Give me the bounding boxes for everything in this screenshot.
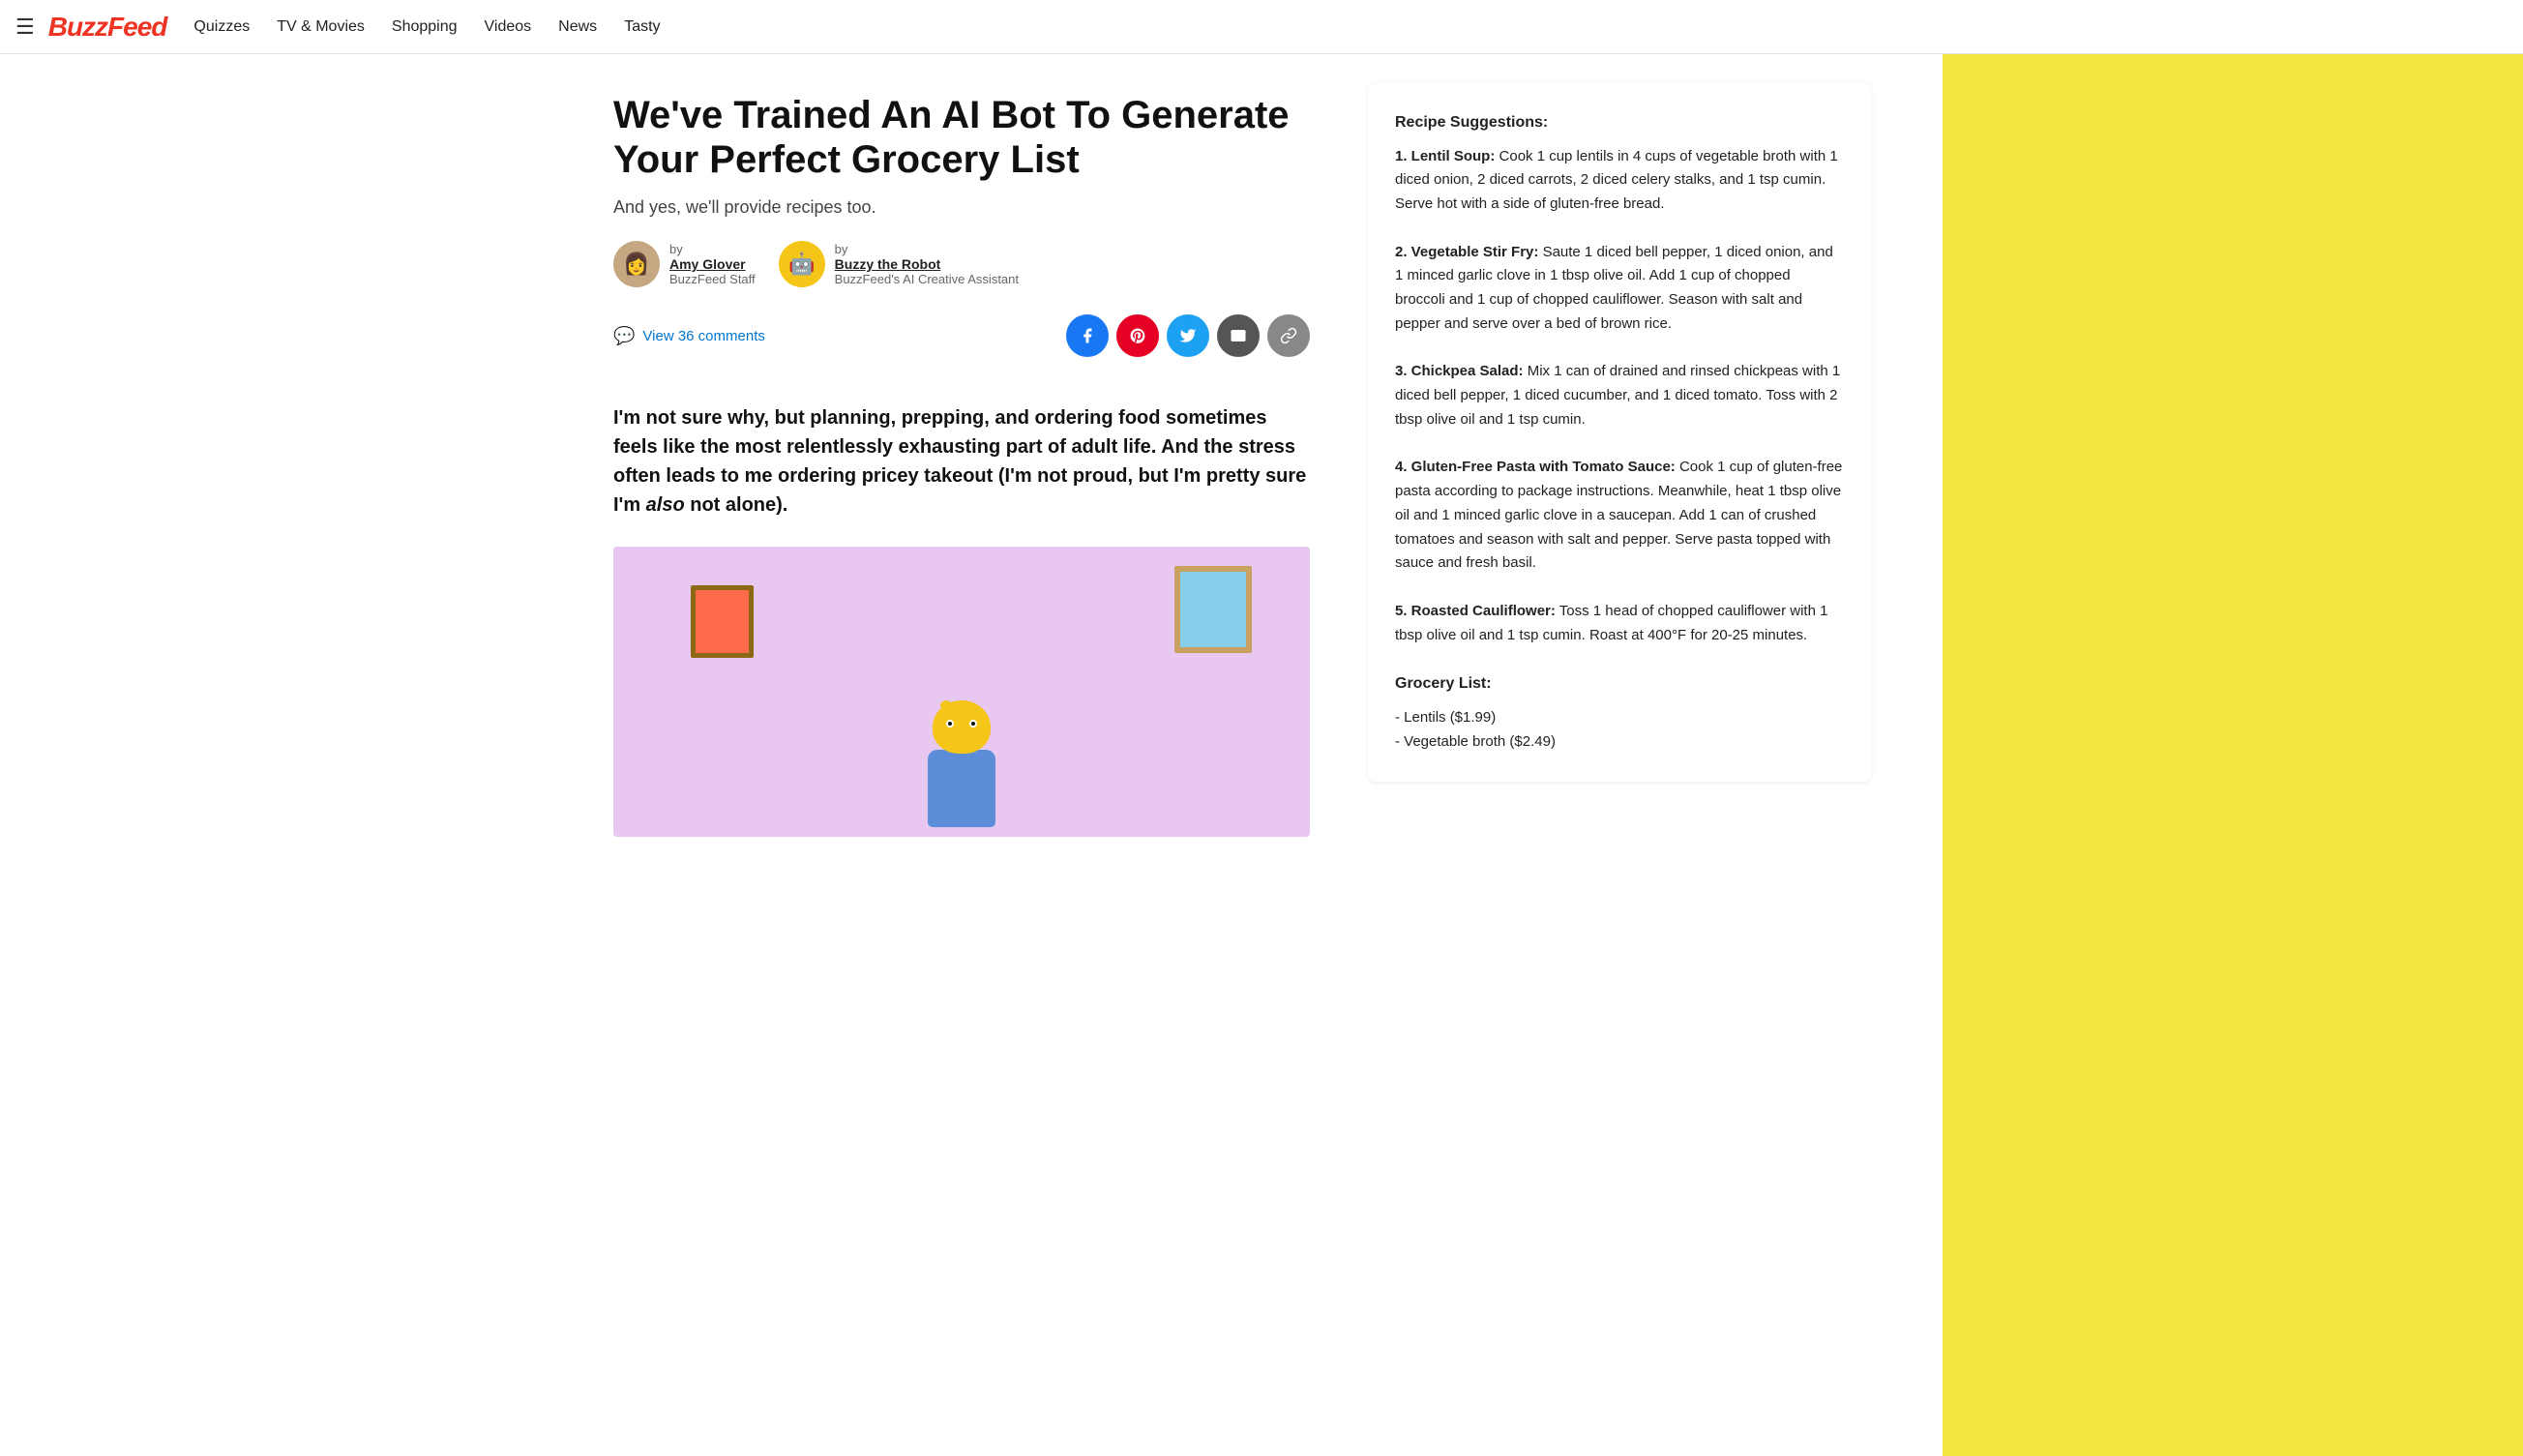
author-2-role: BuzzFeed's AI Creative Assistant xyxy=(835,272,1019,286)
hamburger-menu-icon[interactable]: ☰ xyxy=(15,15,35,40)
nav-item-shopping[interactable]: Shopping xyxy=(392,18,458,35)
homer-eye-right xyxy=(969,720,977,728)
comment-icon: 💬 xyxy=(613,326,635,346)
homer-head xyxy=(933,700,991,754)
main-content: We've Trained An AI Bot To Generate Your… xyxy=(584,54,1339,895)
author-1-info: by Amy Glover BuzzFeed Staff xyxy=(669,242,756,286)
simpsons-scene xyxy=(613,547,1310,837)
nav-item-news[interactable]: News xyxy=(558,18,597,35)
recipe-3-title: 3. Chickpea Salad: xyxy=(1395,363,1524,379)
page-container: We've Trained An AI Bot To Generate Your… xyxy=(584,54,1939,895)
grocery-list-title: Grocery List: xyxy=(1395,671,1844,697)
nav-item-tasty[interactable]: Tasty xyxy=(624,18,660,35)
author-1: 👩 by Amy Glover BuzzFeed Staff xyxy=(613,241,756,287)
recipe-5-title: 5. Roasted Cauliflower: xyxy=(1395,603,1556,619)
facebook-share-button[interactable] xyxy=(1066,314,1109,357)
author-2-avatar: 🤖 xyxy=(779,241,825,287)
picture-frame xyxy=(691,585,754,658)
homer-eye-left xyxy=(946,720,954,728)
authors-section: 👩 by Amy Glover BuzzFeed Staff 🤖 by Buzz… xyxy=(613,241,1310,287)
article-lead-text-end: not alone). xyxy=(685,494,788,516)
author-1-by: by xyxy=(669,242,756,256)
recipe-2-title: 2. Vegetable Stir Fry: xyxy=(1395,244,1538,260)
article-image xyxy=(613,547,1310,837)
author-2-by: by xyxy=(835,242,1019,256)
grocery-item-1: - Lentils ($1.99) xyxy=(1395,706,1844,730)
article-lead-paragraph: I'm not sure why, but planning, prepping… xyxy=(613,403,1310,520)
recipe-4-title: 4. Gluten-Free Pasta with Tomato Sauce: xyxy=(1395,459,1676,475)
pinterest-share-button[interactable] xyxy=(1116,314,1159,357)
recipe-4-text: Cook 1 cup of gluten-free pasta accordin… xyxy=(1395,459,1842,571)
author-1-avatar: 👩 xyxy=(613,241,660,287)
recipe-text-block: 1. Lentil Soup: Cook 1 cup lentils in 4 … xyxy=(1395,145,1844,755)
copy-link-button[interactable] xyxy=(1267,314,1310,357)
article-body: I'm not sure why, but planning, prepping… xyxy=(613,403,1310,520)
sidebar: Recipe Suggestions: 1. Lentil Soup: Cook… xyxy=(1339,54,1939,895)
buzzfeed-logo[interactable]: BuzzFeed xyxy=(48,12,167,43)
recipe-card: Recipe Suggestions: 1. Lentil Soup: Cook… xyxy=(1368,83,1871,782)
grocery-item-2: - Vegetable broth ($2.49) xyxy=(1395,730,1844,755)
author-2-info: by Buzzy the Robot BuzzFeed's AI Creativ… xyxy=(835,242,1019,286)
nav-item-quizzes[interactable]: Quizzes xyxy=(193,18,250,35)
comments-link[interactable]: 💬 View 36 comments xyxy=(613,326,765,346)
article-subtitle: And yes, we'll provide recipes too. xyxy=(613,197,1310,218)
recipe-suggestions-title: Recipe Suggestions: xyxy=(1395,110,1844,135)
recipe-1-title: 1. Lentil Soup: xyxy=(1395,148,1495,164)
window-frame xyxy=(1174,566,1252,653)
article-title: We've Trained An AI Bot To Generate Your… xyxy=(613,93,1310,182)
social-bar: 💬 View 36 comments xyxy=(613,314,1310,372)
nav-item-videos[interactable]: Videos xyxy=(485,18,532,35)
nav-links-list: Quizzes TV & Movies Shopping Videos News Tast… xyxy=(193,18,660,36)
author-2: 🤖 by Buzzy the Robot BuzzFeed's AI Creat… xyxy=(779,241,1019,287)
twitter-share-button[interactable] xyxy=(1167,314,1209,357)
homer-hair xyxy=(940,700,952,710)
article-lead-italic: also xyxy=(646,494,685,516)
nav-item-tv-&-movies[interactable]: TV & Movies xyxy=(277,18,365,35)
author-2-name[interactable]: Buzzy the Robot xyxy=(835,256,1019,272)
homer-figure xyxy=(928,700,995,827)
email-share-button[interactable] xyxy=(1217,314,1260,357)
homer-body xyxy=(928,750,995,827)
main-nav: Quizzes TV & Movies Shopping Videos News Tast… xyxy=(193,18,660,36)
author-1-role: BuzzFeed Staff xyxy=(669,272,756,286)
comments-label: View 36 comments xyxy=(642,328,764,344)
header: ☰ BuzzFeed Quizzes TV & Movies Shopping Vid… xyxy=(0,0,2523,54)
share-buttons xyxy=(1066,314,1310,357)
author-1-name[interactable]: Amy Glover xyxy=(669,256,756,272)
sidebar-background xyxy=(1943,0,2523,1456)
